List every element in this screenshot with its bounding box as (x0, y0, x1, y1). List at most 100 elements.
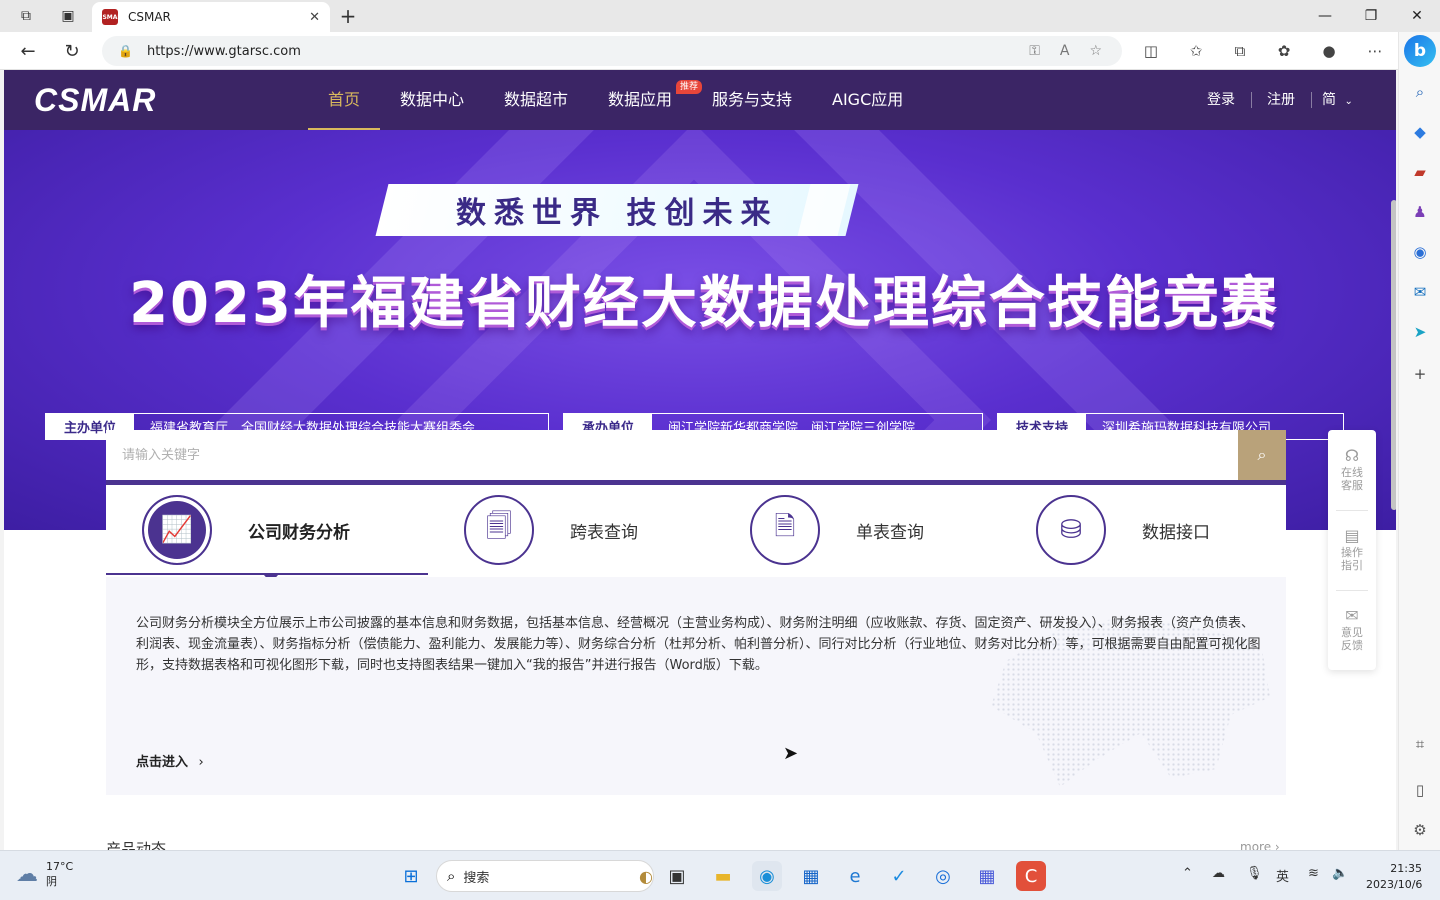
guide-button[interactable]: ▤ 操作指引 (1328, 510, 1376, 590)
microphone-icon[interactable]: 🎙 (1246, 866, 1263, 881)
close-tab-icon[interactable]: ✕ (309, 10, 320, 25)
browser-tab-csmar[interactable]: CSMAR CSMAR ✕ (92, 2, 330, 32)
split-screen-icon[interactable]: ◫ (1138, 40, 1164, 62)
favorite-star-icon[interactable]: ☆ (1089, 43, 1102, 59)
site-header: CSMAR 首页 数据中心 数据超市 数据应用 推荐 服务与支持 AIGC应用 … (4, 70, 1396, 130)
bing-copilot-icon[interactable]: b (1404, 35, 1436, 67)
close-window-icon[interactable]: ✕ (1394, 0, 1440, 32)
ime-indicator[interactable]: 英 (1276, 866, 1289, 885)
page-scrollbar[interactable] (1390, 200, 1396, 850)
start-menu-icon[interactable]: ⊞ (396, 861, 426, 891)
file-explorer-icon[interactable]: ▬ (708, 861, 738, 891)
calculator-icon[interactable]: ▦ (972, 861, 1002, 891)
system-clock[interactable]: 21:35 2023/10/6 (1366, 861, 1422, 893)
online-service-button[interactable]: ☊ 在线客服 (1328, 430, 1376, 510)
chrome-like-icon[interactable]: ◎ (928, 861, 958, 891)
document-search-icon: 🗎 (750, 495, 820, 565)
shopping-tag-icon[interactable]: ◆ (1408, 120, 1432, 144)
nav-home[interactable]: 首页 (308, 70, 381, 130)
search-button[interactable]: ⌕ (1238, 430, 1286, 480)
tab-data-api[interactable]: ⛁ 数据接口 (1036, 485, 1210, 575)
more-link[interactable]: more › (1240, 840, 1280, 850)
enter-link-label: 点击进入 (136, 755, 189, 770)
register-link[interactable]: 注册 (1267, 70, 1295, 130)
weather-widget[interactable]: ☁ 17°C 阴 (16, 859, 73, 889)
collections-icon[interactable]: ⧉ (1227, 40, 1253, 62)
extension-icon[interactable]: ✿ (1271, 40, 1297, 62)
guide-label: 操作指引 (1341, 545, 1363, 572)
feedback-button[interactable]: ✉ 意见反馈 (1328, 590, 1376, 670)
drop-icon[interactable]: ➤ (1408, 320, 1432, 344)
tools-icon[interactable]: ▰ (1408, 160, 1432, 184)
url-text[interactable]: https://www.gtarsc.com (147, 44, 1029, 59)
database-icon: ⛁ (1036, 495, 1106, 565)
cloud-icon: ☁ (16, 861, 38, 887)
key-icon[interactable]: ⚿ (1029, 43, 1040, 59)
tab-label: 跨表查询 (570, 522, 638, 543)
add-sidebar-app-icon[interactable]: + (1408, 362, 1432, 386)
banner-headline: 2023年福建省财经大数据处理综合技能竞赛 (129, 271, 1279, 336)
taskbar-search[interactable]: ⌕ 搜索 ◐ (436, 860, 654, 892)
nav-aigc[interactable]: AIGC应用 (832, 70, 903, 130)
clock-date: 2023/10/6 (1366, 878, 1423, 891)
url-field[interactable]: 🔒 https://www.gtarsc.com ⚿ A ☆ (102, 36, 1122, 66)
new-tab-icon[interactable]: + (334, 4, 362, 28)
edge-browser-icon[interactable]: ◉ (752, 861, 782, 891)
nav-data-application[interactable]: 数据应用 (608, 70, 672, 130)
wifi-icon[interactable]: ≋ (1308, 866, 1319, 881)
floating-toolbar: ☊ 在线客服 ▤ 操作指引 ✉ 意见反馈 (1328, 430, 1376, 670)
feature-description: 公司财务分析模块全方位展示上市公司披露的基本信息和财务数据，包括基本信息、经营概… (136, 616, 1261, 673)
feedback-icon: ✉ (1345, 605, 1359, 625)
headset-icon: ☊ (1344, 445, 1360, 465)
read-aloud-icon[interactable]: A (1060, 43, 1070, 59)
more-menu-icon[interactable]: ⋯ (1362, 40, 1388, 62)
feature-description-panel: 公司财务分析模块全方位展示上市公司披露的基本信息和财务数据，包括基本信息、经营概… (106, 577, 1286, 795)
chevron-right-icon: › (1274, 840, 1280, 850)
store-icon[interactable]: ▦ (796, 861, 826, 891)
favorites-icon[interactable]: ✩ (1183, 40, 1209, 62)
search-input[interactable] (106, 430, 1238, 480)
search-icon: ⌕ (1257, 445, 1267, 464)
profile-icon[interactable]: ● (1316, 40, 1342, 62)
back-icon[interactable]: ← (14, 38, 42, 64)
tab-single-table-query[interactable]: 🗎 单表查询 (750, 485, 924, 575)
address-bar: ← ↻ 🔒 https://www.gtarsc.com ⚿ A ☆ ◫ ✩ ⧉… (0, 32, 1440, 70)
tab-financial-analysis[interactable]: 📈 公司财务分析 (142, 485, 350, 575)
task-view-icon[interactable]: ▣ (662, 861, 692, 891)
workspaces-icon[interactable]: ⧉ (12, 4, 40, 28)
language-select[interactable]: 简 ⌄ (1322, 70, 1353, 130)
games-icon[interactable]: ♟ (1408, 200, 1432, 224)
ie-icon[interactable]: e (840, 861, 870, 891)
volume-icon[interactable]: 🔈 (1332, 866, 1348, 881)
onedrive-icon[interactable]: ☁ (1212, 866, 1225, 881)
nav-data-center[interactable]: 数据中心 (400, 70, 464, 130)
page-viewport: CSMAR 首页 数据中心 数据超市 数据应用 推荐 服务与支持 AIGC应用 … (4, 70, 1396, 850)
minimize-icon[interactable]: — (1302, 0, 1348, 32)
more-link-label: more (1240, 840, 1272, 850)
microsoft365-icon[interactable]: ◉ (1408, 240, 1432, 264)
tab-actions-icon[interactable]: ▣ (54, 4, 82, 28)
recommend-badge: 推荐 (676, 80, 703, 94)
restore-icon[interactable]: ❐ (1348, 0, 1394, 32)
enter-link[interactable]: 点击进入 › (136, 751, 204, 770)
lock-icon[interactable]: 🔒 (118, 44, 133, 58)
app-c-icon[interactable]: C (1016, 861, 1046, 891)
product-news-title: 产品动态 (106, 840, 167, 850)
search-icon: ⌕ (447, 867, 456, 885)
tab-cross-table-query[interactable]: 🗐 跨表查询 (464, 485, 638, 575)
search-sidebar-icon[interactable]: ⌕ (1408, 80, 1432, 104)
scroll-thumb[interactable] (1391, 200, 1396, 510)
tray-expand-icon[interactable]: ⌃ (1182, 866, 1193, 881)
browser-tab-bar: ⧉ ▣ CSMAR CSMAR ✕ + — ❐ ✕ (0, 0, 1440, 32)
nav-service-support[interactable]: 服务与支持 (712, 70, 792, 130)
sidebar-settings-icon[interactable]: ⚙ (1408, 818, 1432, 842)
csmar-logo[interactable]: CSMAR (34, 82, 156, 119)
screenshot-icon[interactable]: ⌗ (1408, 732, 1432, 756)
outlook-icon[interactable]: ✉ (1408, 280, 1432, 304)
chevron-down-icon: ⌄ (1344, 96, 1353, 107)
app-icon[interactable]: ✓ (884, 861, 914, 891)
hide-sidebar-icon[interactable]: ▯ (1408, 778, 1432, 802)
login-link[interactable]: 登录 (1207, 70, 1235, 130)
nav-data-market[interactable]: 数据超市 (504, 70, 568, 130)
refresh-icon[interactable]: ↻ (58, 38, 86, 64)
